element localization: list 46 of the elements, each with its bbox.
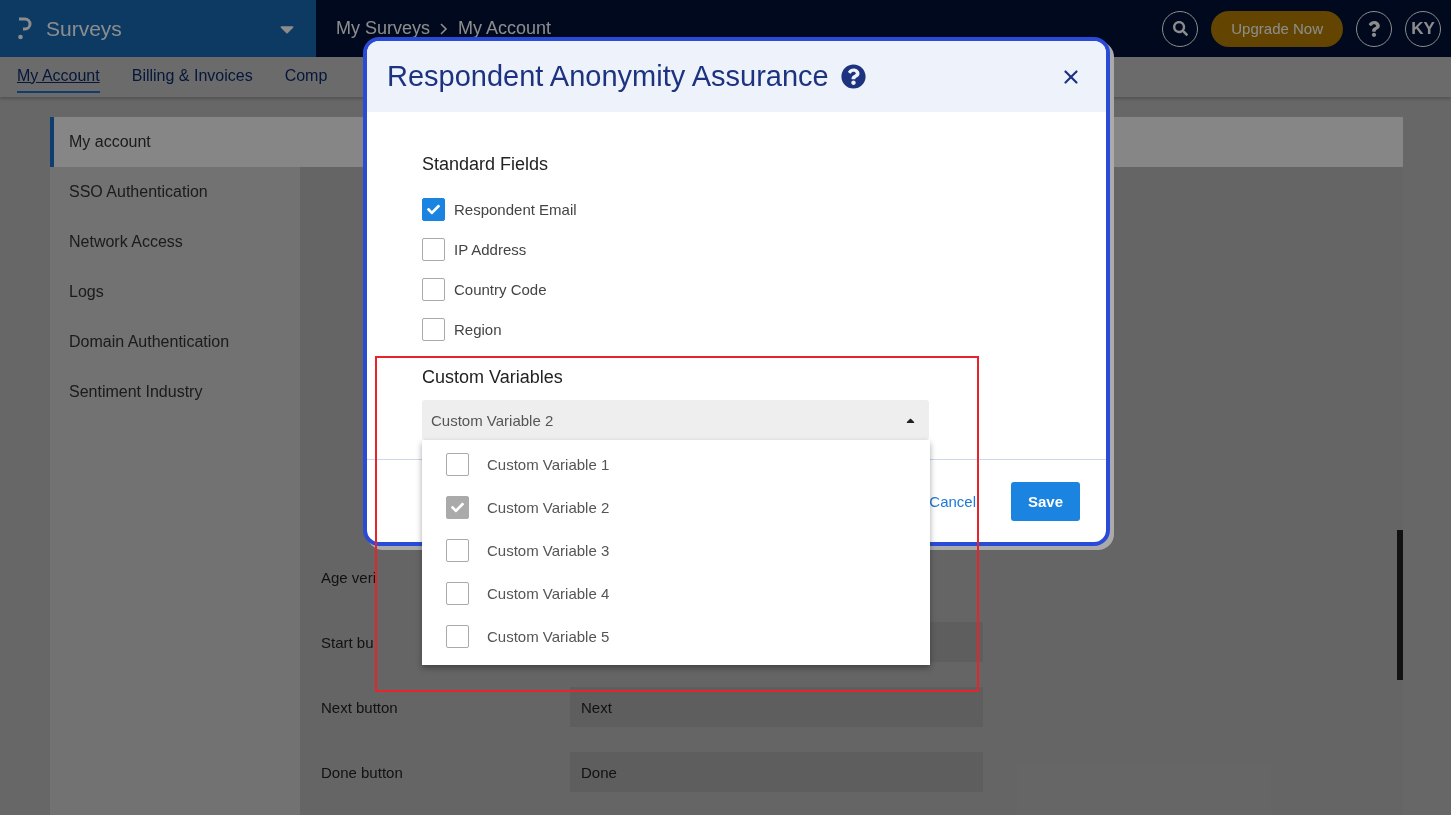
section-heading: Standard Fields (422, 154, 550, 175)
checkbox[interactable] (422, 277, 445, 301)
input-field[interactable]: Next (570, 687, 983, 727)
brand-name: Surveys (46, 16, 123, 41)
checkmark-icon (427, 202, 440, 216)
option-label[interactable]: Custom Variable 1 (487, 456, 610, 473)
checkbox-label: Country Code (454, 280, 547, 298)
option-label[interactable]: Custom Variable 5 (487, 628, 610, 645)
save-button[interactable]: Save (1011, 481, 1080, 521)
checkbox-label: Respondent Email (454, 200, 577, 218)
tab[interactable]: My Account (17, 61, 100, 93)
help-icon[interactable] (840, 64, 866, 89)
checkmark-icon (451, 501, 464, 514)
setting-label: Age veri (321, 568, 377, 586)
breadcrumb-link[interactable]: My Surveys (336, 18, 431, 39)
checkbox[interactable] (446, 539, 469, 562)
search-icon (1172, 21, 1188, 36)
logo-icon (18, 16, 32, 41)
checkbox[interactable] (446, 582, 469, 605)
checkbox-label: IP Address (454, 240, 527, 258)
checkbox[interactable] (422, 237, 445, 261)
chevron-icon (440, 22, 449, 35)
sidebar-item[interactable]: My account (50, 117, 300, 167)
setting-label: Next button (321, 698, 398, 716)
checkbox[interactable] (446, 625, 469, 648)
upgrade-button[interactable]: Upgrade Now (1211, 10, 1343, 47)
breadcrumb-current: My Account (458, 18, 552, 39)
setting-label: Done button (321, 763, 403, 781)
dialog-title: Respondent Anonymity Assurance (387, 60, 829, 93)
input-field[interactable]: Done (570, 752, 983, 792)
option-label[interactable]: Custom Variable 3 (487, 542, 610, 559)
checkbox[interactable] (446, 453, 469, 476)
checkbox[interactable] (422, 317, 445, 341)
question-icon (1366, 20, 1382, 37)
scrollbar[interactable] (1397, 530, 1403, 680)
option-label[interactable]: Custom Variable 4 (487, 585, 610, 602)
select-field[interactable]: Custom Variable 2 (422, 400, 929, 440)
section-heading: Custom Variables (422, 367, 564, 388)
option-label[interactable]: Custom Variable 2 (487, 499, 610, 516)
setting-label: Start bu (321, 633, 374, 651)
checkbox[interactable] (422, 197, 445, 221)
checkbox-label: Region (454, 320, 502, 338)
tab[interactable]: Comp (284, 61, 328, 93)
checkbox[interactable] (446, 496, 469, 519)
cancel-link[interactable]: Cancel (929, 492, 976, 510)
tab[interactable]: Billing & Invoices (131, 61, 253, 93)
